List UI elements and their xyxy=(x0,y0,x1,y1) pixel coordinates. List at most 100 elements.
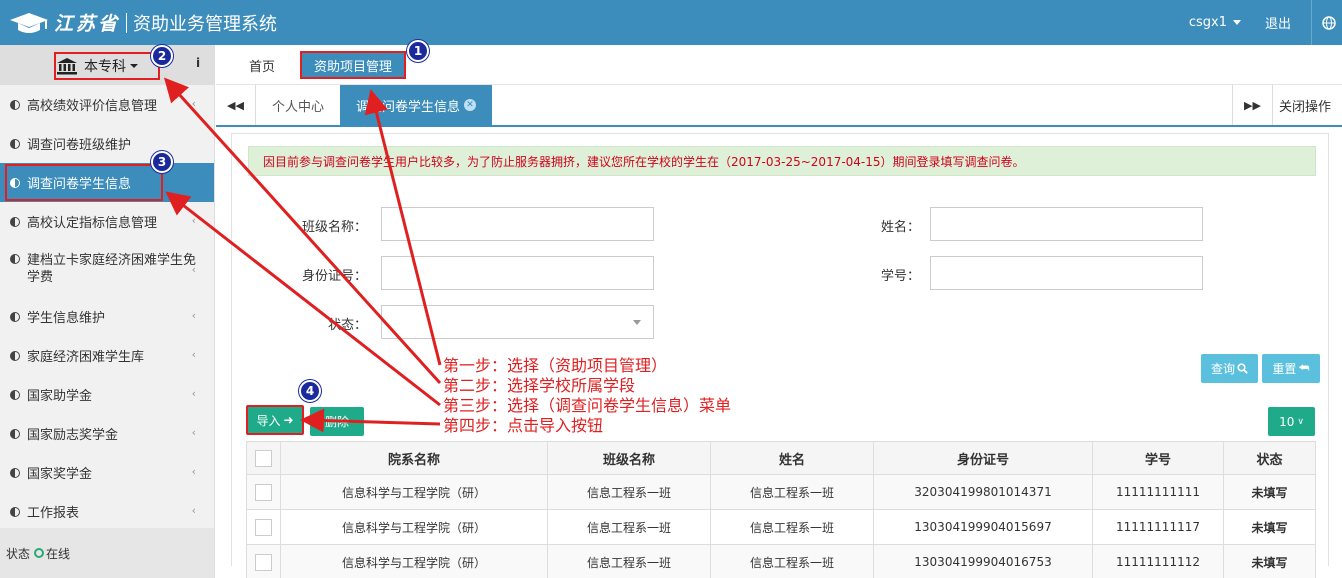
sidebar-item-national-scholarship[interactable]: 国家奖学金 ‹ xyxy=(0,453,214,492)
sidebar-item-reports[interactable]: 工作报表 ‹ xyxy=(0,492,214,531)
sidebar-item-national-grant[interactable]: 国家助学金 ‹ xyxy=(0,375,214,414)
sidebar-header: 本专科 i xyxy=(0,45,214,85)
system-title: 资助业务管理系统 xyxy=(133,13,278,35)
logout-link[interactable]: 退出 xyxy=(1265,13,1291,32)
select-all-cell xyxy=(246,441,281,475)
status-label: 状态： xyxy=(327,318,367,333)
import-button[interactable]: 导入 ➜ xyxy=(246,405,304,435)
row-checkbox[interactable] xyxy=(255,483,272,501)
half-circle-icon xyxy=(10,428,20,439)
cell-status: 未填写 xyxy=(1223,509,1316,545)
main-area: 首页 资助项目管理 ◀◀ 个人中心 调查问卷学生信息 ✕ ▶▶ 关闭操作 因目前… xyxy=(216,45,1342,578)
half-circle-icon xyxy=(10,138,20,149)
tab-survey-student-info[interactable]: 调查问卷学生信息 ✕ xyxy=(340,85,493,125)
query-button[interactable]: 查询 xyxy=(1201,354,1258,383)
annotation-step-3: 第三步：选择（调查问卷学生信息）菜单 xyxy=(443,396,732,415)
sidebar-item-survey-student[interactable]: 调查问卷学生信息 xyxy=(0,163,214,202)
sidebar-item-poverty-db[interactable]: 家庭经济困难学生库 ‹ xyxy=(0,336,214,375)
delete-button[interactable]: 删除 xyxy=(310,407,364,436)
scroll-tabs-left-icon[interactable]: ◀◀ xyxy=(216,85,256,125)
table-row[interactable]: 信息科学与工程学院（研） 信息工程系一班 信息工程系一班 13030419990… xyxy=(246,509,1316,545)
reset-button-label: 重置 xyxy=(1272,362,1297,376)
reset-button[interactable]: 重置 ⮪ xyxy=(1262,354,1320,383)
cell-class-name: 信息工程系一班 xyxy=(547,474,711,510)
sidebar-item-indicator[interactable]: 高校认定指标信息管理 ‹ xyxy=(0,202,214,241)
table-header-row: 院系名称 班级名称 姓名 身份证号 学号 状态 xyxy=(246,441,1316,475)
id-number-label: 身份证号： xyxy=(301,269,367,284)
content-panel: 因目前参与调查问卷学生用户比较多，为了防止服务器拥挤，建议您所在学校的学生在（2… xyxy=(231,133,1329,578)
nav-funding-project-management[interactable]: 资助项目管理 xyxy=(300,51,407,79)
sidebar-item-label: 高校绩效评价信息管理 xyxy=(27,99,158,114)
cell-class-name: 信息工程系一班 xyxy=(547,544,711,578)
annotation-step-2: 第二步：选择学校所属学段 xyxy=(443,376,636,395)
status-value: 在线 xyxy=(46,546,71,561)
half-circle-icon xyxy=(10,99,20,110)
table-row[interactable]: 信息科学与工程学院（研） 信息工程系一班 信息工程系一班 13030419990… xyxy=(246,544,1316,578)
half-circle-icon xyxy=(10,254,20,264)
class-name-label: 班级名称： xyxy=(301,220,367,235)
chevron-left-icon: ‹ xyxy=(191,465,196,478)
annotation-badge-1: 1 xyxy=(407,40,429,62)
sidebar-item-label: 家庭经济困难学生库 xyxy=(27,350,145,365)
row-select-cell xyxy=(246,544,281,578)
row-checkbox[interactable] xyxy=(255,553,272,571)
sidebar-item-encouragement-scholarship[interactable]: 国家励志奖学金 ‹ xyxy=(0,414,214,453)
row-select-cell xyxy=(246,474,281,510)
cell-id-number: 130304199904016753 xyxy=(873,544,1093,578)
info-icon[interactable]: i xyxy=(196,56,200,70)
cell-student-number: 11111111117 xyxy=(1092,509,1224,545)
cell-name: 信息工程系一班 xyxy=(710,509,874,545)
globe-icon[interactable] xyxy=(1322,15,1336,30)
user-dropdown-caret-icon[interactable] xyxy=(1232,20,1241,25)
close-tab-icon[interactable]: ✕ xyxy=(464,99,477,111)
scroll-tabs-right-icon[interactable]: ▶▶ xyxy=(1232,85,1272,125)
name-input[interactable] xyxy=(930,207,1203,241)
chevron-left-icon: ‹ xyxy=(191,504,196,517)
col-status[interactable]: 状态 xyxy=(1223,441,1316,475)
page-size-dropdown[interactable]: 10 ∨ xyxy=(1268,407,1315,436)
notice-banner: 因目前参与调查问卷学生用户比较多，为了防止服务器拥挤，建议您所在学校的学生在（2… xyxy=(248,146,1316,176)
header-actions: csgx1 退出 xyxy=(1189,0,1342,45)
tab-label: 调查问卷学生信息 xyxy=(356,99,461,115)
chevron-down-icon: ∨ xyxy=(1297,416,1304,427)
col-name[interactable]: 姓名 xyxy=(710,441,874,475)
sidebar-item-performance-eval[interactable]: 高校绩效评价信息管理 ‹ xyxy=(0,85,214,124)
chevron-left-icon: ‹ xyxy=(191,309,196,322)
half-circle-icon xyxy=(10,350,20,361)
status-select[interactable] xyxy=(381,305,654,339)
annotation-badge-3: 3 xyxy=(151,151,173,173)
level-selector[interactable]: 本专科 xyxy=(54,52,160,80)
class-name-input[interactable] xyxy=(381,207,654,241)
cell-department: 信息科学与工程学院（研） xyxy=(280,544,548,578)
sidebar-item-survey-class[interactable]: 调查问卷班级维护 xyxy=(0,124,214,163)
search-icon xyxy=(1237,363,1248,374)
col-class-name[interactable]: 班级名称 xyxy=(547,441,711,475)
half-circle-icon xyxy=(10,311,20,322)
page-tabs: ◀◀ 个人中心 调查问卷学生信息 ✕ ▶▶ 关闭操作 xyxy=(216,85,1342,127)
cell-id-number: 320304199801014371 xyxy=(873,474,1093,510)
student-number-input[interactable] xyxy=(930,256,1203,290)
col-student-number[interactable]: 学号 xyxy=(1092,441,1224,475)
annotation-box xyxy=(5,164,163,201)
col-department[interactable]: 院系名称 xyxy=(280,441,548,475)
tab-personal-center[interactable]: 个人中心 xyxy=(256,85,342,125)
username[interactable]: csgx1 xyxy=(1189,15,1227,30)
select-all-checkbox[interactable] xyxy=(255,449,272,467)
col-id-number[interactable]: 身份证号 xyxy=(873,441,1093,475)
online-status: 状态 在线 xyxy=(0,528,214,578)
chevron-left-icon: ‹ xyxy=(191,97,196,110)
sidebar-item-label: 国家奖学金 xyxy=(27,467,93,482)
id-number-input[interactable] xyxy=(381,256,654,290)
chevron-left-icon: ‹ xyxy=(191,263,196,276)
cell-student-number: 11111111112 xyxy=(1092,544,1224,578)
cell-department: 信息科学与工程学院（研） xyxy=(280,474,548,510)
sidebar-item-student-info[interactable]: 学生信息维护 ‹ xyxy=(0,297,214,336)
sidebar-item-tuition-waiver[interactable]: 建档立卡家庭经济困难学生免学费 ‹ xyxy=(0,241,214,297)
row-checkbox[interactable] xyxy=(255,518,272,536)
table-row[interactable]: 信息科学与工程学院（研） 信息工程系一班 信息工程系一班 32030419980… xyxy=(246,474,1316,510)
query-button-label: 查询 xyxy=(1210,362,1235,376)
cell-class-name: 信息工程系一班 xyxy=(547,509,711,545)
close-operations-menu[interactable]: 关闭操作 xyxy=(1272,85,1342,125)
student-table: 院系名称 班级名称 姓名 身份证号 学号 状态 信息科学与工程学院（研） 信息工… xyxy=(246,441,1316,578)
nav-home[interactable]: 首页 xyxy=(249,45,275,85)
